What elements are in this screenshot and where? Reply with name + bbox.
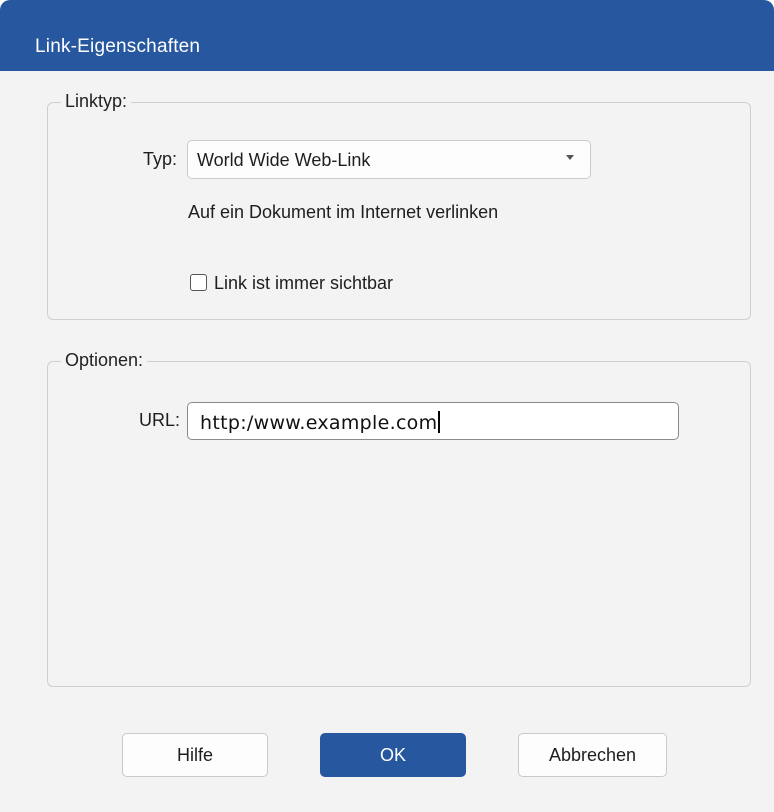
link-type-description: Auf ein Dokument im Internet verlinken — [188, 202, 499, 222]
link-type-selected-value: World Wide Web-Link — [197, 150, 371, 170]
options-legend: Optionen: — [61, 350, 148, 371]
text-caret — [438, 411, 441, 433]
ok-button[interactable]: OK — [320, 733, 466, 777]
type-label: Typ: — [143, 149, 178, 169]
url-input-value: http:/www.example.com — [200, 411, 441, 434]
always-visible-label[interactable]: Link ist immer sichtbar — [214, 273, 393, 294]
title-bar[interactable]: Link-Eigenschaften — [0, 0, 774, 71]
url-input[interactable]: http:/www.example.com — [187, 402, 679, 440]
cancel-button[interactable]: Abbrechen — [518, 733, 667, 777]
always-visible-checkbox[interactable] — [190, 274, 207, 291]
url-label: URL: — [139, 410, 181, 430]
help-button[interactable]: Hilfe — [122, 733, 268, 777]
linktype-legend: Linktyp: — [61, 91, 132, 112]
url-input-text: http:/www.example.com — [200, 412, 438, 434]
link-type-dropdown[interactable]: World Wide Web-Link — [187, 140, 591, 179]
link-properties-dialog: Link-Eigenschaften Linktyp: Typ: World W… — [0, 0, 774, 812]
chevron-down-icon — [566, 155, 574, 160]
dialog-title: Link-Eigenschaften — [35, 36, 201, 57]
